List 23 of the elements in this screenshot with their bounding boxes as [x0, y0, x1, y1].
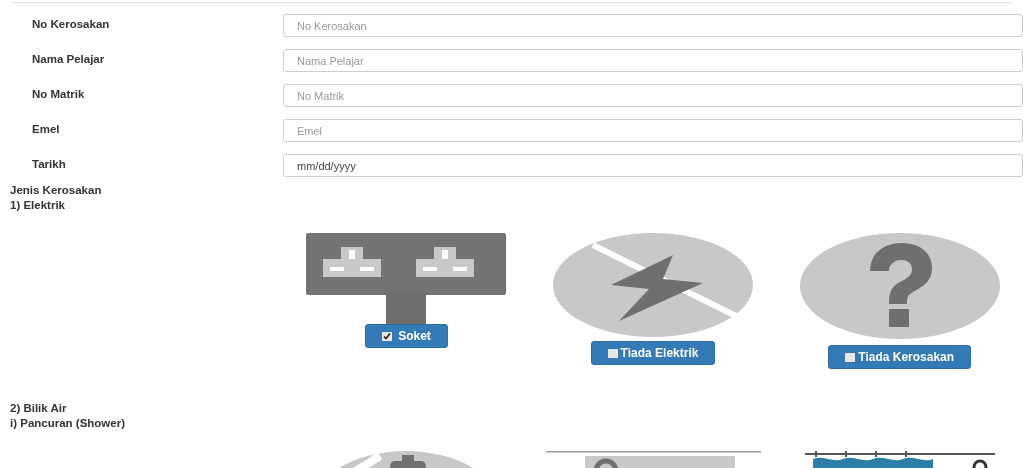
- input-field[interactable]: No Matrik: [283, 84, 1023, 107]
- field-label: Tarikh: [32, 157, 67, 172]
- checkbox[interactable]: [381, 331, 392, 341]
- section-heading: 1) Elektrik: [10, 198, 65, 213]
- section-heading: i) Pancuran (Shower): [10, 416, 126, 431]
- input-field[interactable]: Nama Pelajar: [283, 49, 1023, 72]
- input-field[interactable]: Emel: [283, 119, 1023, 142]
- field-label: No Kerosakan: [32, 17, 111, 32]
- field-label: No Matrik: [32, 87, 86, 102]
- option-button[interactable]: Tiada Kerosakan: [828, 345, 972, 369]
- checkbox[interactable]: [607, 348, 618, 358]
- checkbox[interactable]: [845, 352, 856, 362]
- section-heading: 2) Bilik Air: [10, 401, 67, 416]
- option-button[interactable]: Tiada Elektrik: [590, 341, 716, 365]
- bathtub-icon: [804, 451, 995, 468]
- field-label: Nama Pelajar: [32, 52, 106, 67]
- section-heading: Jenis Kerosakan: [10, 183, 102, 198]
- crossed-lightning-icon: [553, 233, 753, 337]
- date-field[interactable]: mm/dd/yyyy: [283, 154, 1023, 177]
- input-field[interactable]: No Kerosakan: [283, 14, 1023, 37]
- field-label: Emel: [32, 122, 61, 137]
- question-mark-icon: [799, 233, 1000, 339]
- option-button[interactable]: Soket: [364, 324, 448, 348]
